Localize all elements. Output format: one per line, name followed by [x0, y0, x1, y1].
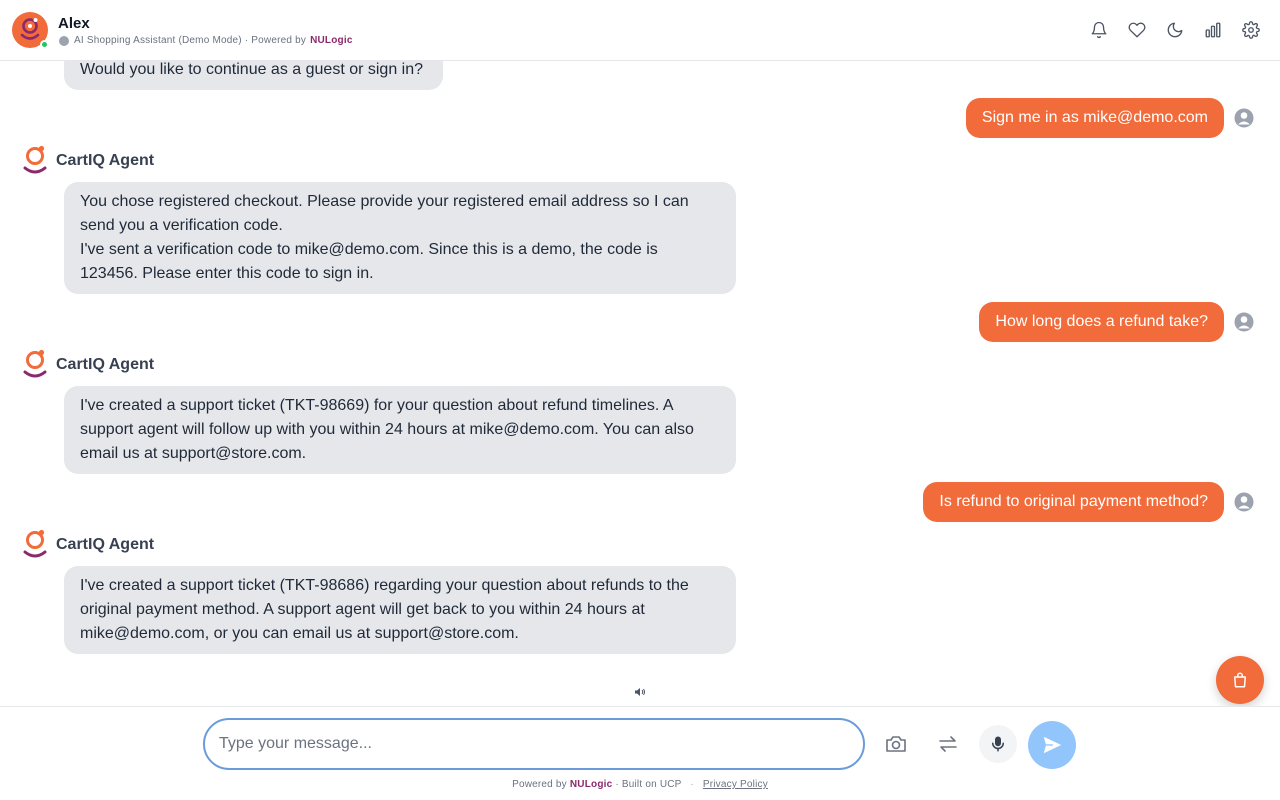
swap-arrows-icon: [939, 736, 957, 752]
moon-icon[interactable]: [1164, 19, 1186, 41]
camera-icon: [886, 736, 906, 752]
shopping-bag-icon: [1234, 672, 1246, 688]
user-message-text: Sign me in as mike@demo.com: [981, 109, 1208, 126]
user-message: How long does a refund take?: [979, 302, 1224, 342]
agent-message-text: I've created a support ticket (TKT-98686…: [80, 577, 689, 642]
switch-button[interactable]: [929, 725, 967, 763]
agent-message-text: You chose registered checkout. Please pr…: [80, 193, 689, 234]
camera-button[interactable]: [877, 725, 915, 763]
footer-brand: NULogic: [569, 779, 613, 790]
user-avatar-icon: [1234, 492, 1254, 512]
info-icon: [59, 35, 69, 46]
shopping-bag-button[interactable]: [1216, 656, 1264, 704]
agent-message: You chose registered checkout. Please pr…: [64, 182, 736, 294]
header-actions: [1088, 19, 1262, 41]
assistant-subtitle: AI Shopping Assistant (Demo Mode) · Powe…: [59, 35, 353, 46]
agent-name: CartIQ Agent: [56, 356, 155, 373]
user-avatar-icon: [1234, 108, 1254, 128]
user-message-text: Is refund to original payment method?: [939, 493, 1208, 510]
gear-icon[interactable]: [1240, 19, 1262, 41]
agent-message: I've created a support ticket (TKT-98686…: [64, 566, 736, 654]
assistant-name: Alex: [58, 15, 90, 32]
built-on-text: · Built on UCP: [615, 779, 682, 790]
agent-header: CartIQ Agent: [22, 145, 154, 177]
agent-header: CartIQ Agent: [22, 529, 154, 561]
agent-message-text: I've created a support ticket (TKT-98669…: [80, 397, 694, 462]
message-input-wrapper: [203, 718, 865, 770]
subtitle-text: AI Shopping Assistant (Demo Mode) · Powe…: [74, 35, 307, 46]
user-message-text: How long does a refund take?: [995, 313, 1208, 330]
cartiq-logo-icon: [23, 145, 47, 174]
privacy-policy-link[interactable]: Privacy Policy: [703, 779, 768, 790]
agent-message-text: Would you like to continue as a guest or…: [80, 61, 424, 78]
microphone-button[interactable]: [979, 725, 1017, 763]
bar-chart-icon[interactable]: [1202, 19, 1224, 41]
cartiq-logo-icon: [23, 349, 47, 378]
footer-separator: ·: [690, 779, 694, 790]
send-button[interactable]: [1028, 721, 1076, 769]
footer-legal: Powered by NULogic · Built on UCP · Priv…: [0, 779, 1280, 790]
agent-name: CartIQ Agent: [56, 152, 155, 169]
agent-message: I've created a support ticket (TKT-98669…: [64, 386, 736, 474]
composer-footer: Powered by NULogic · Built on UCP · Priv…: [0, 706, 1280, 800]
cartiq-logo-icon: [20, 18, 40, 40]
user-message: Is refund to original payment method?: [923, 482, 1224, 522]
send-icon: [1043, 736, 1062, 754]
speaker-icon[interactable]: [634, 686, 646, 698]
microphone-icon: [992, 736, 1004, 752]
online-status-dot: [40, 40, 49, 49]
heart-icon[interactable]: [1126, 19, 1148, 41]
brand-name: NULogic: [310, 35, 353, 46]
cartiq-logo-icon: [23, 529, 47, 558]
user-message: Sign me in as mike@demo.com: [965, 98, 1224, 138]
app-header: Alex AI Shopping Assistant (Demo Mode) ·…: [0, 0, 1280, 61]
agent-message: Would you like to continue as a guest or…: [64, 61, 443, 90]
powered-by-text: Powered by: [512, 779, 567, 790]
message-input[interactable]: [205, 720, 863, 768]
agent-header: CartIQ Agent: [22, 349, 154, 381]
agent-message-text: I've sent a verification code to mike@de…: [80, 241, 658, 282]
chat-transcript[interactable]: Would you like to continue as a guest or…: [0, 61, 1280, 706]
bell-icon[interactable]: [1088, 19, 1110, 41]
agent-name: CartIQ Agent: [56, 536, 155, 553]
user-avatar-icon: [1234, 312, 1254, 332]
